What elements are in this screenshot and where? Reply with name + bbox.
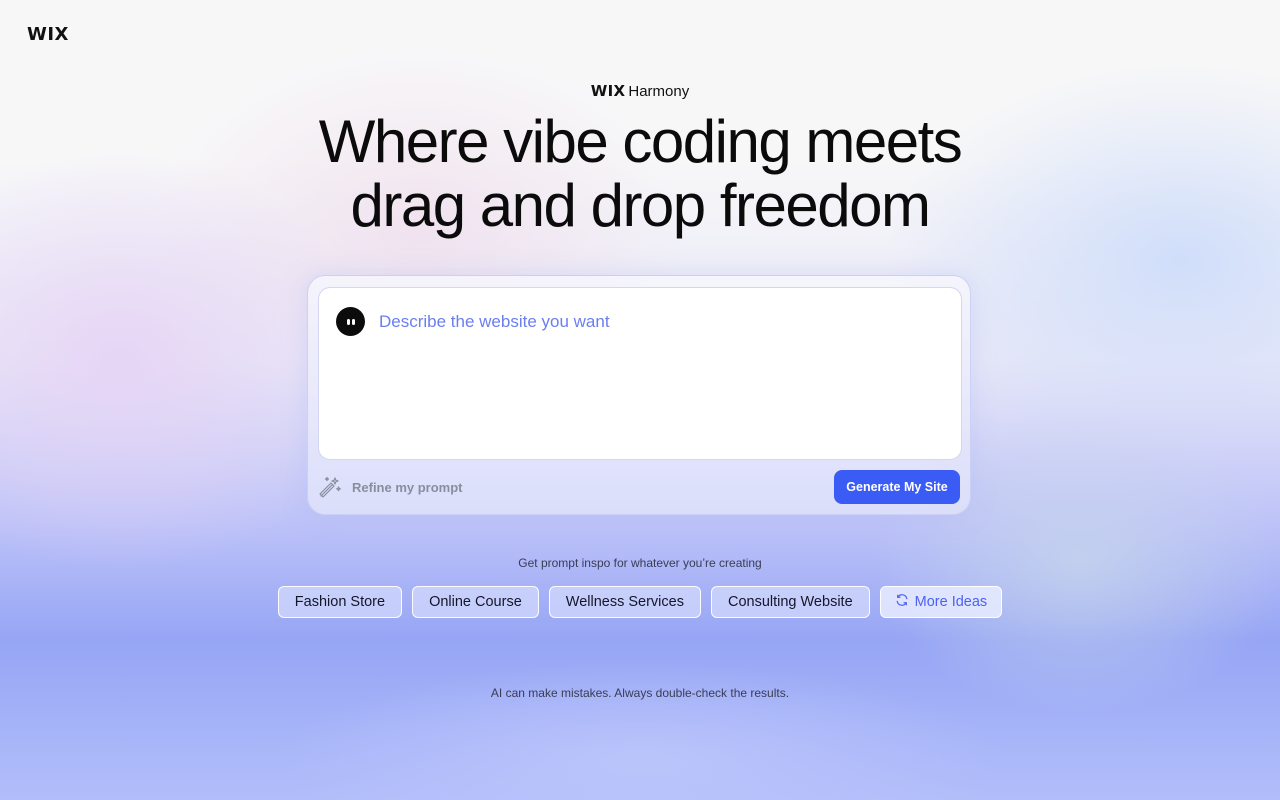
chip-consulting-website[interactable]: Consulting Website bbox=[710, 586, 870, 618]
prompt-card: Refine my prompt Generate My Site bbox=[307, 275, 971, 515]
headline-line-2: drag and drop freedom bbox=[350, 172, 931, 239]
inspo-label: Get prompt inspo for whatever you’re cre… bbox=[518, 556, 762, 570]
brand-product: Harmony bbox=[628, 83, 690, 100]
chip-wellness-services[interactable]: Wellness Services bbox=[548, 586, 701, 618]
more-ideas-button[interactable]: More Ideas bbox=[879, 586, 1003, 618]
product-brand: WIX Harmony bbox=[0, 82, 1280, 100]
refine-prompt-label: Refine my prompt bbox=[352, 479, 463, 495]
magic-wand-icon bbox=[318, 475, 342, 499]
page-headline: Where vibe coding meets drag and drop fr… bbox=[0, 110, 1280, 238]
prompt-input[interactable] bbox=[379, 310, 939, 334]
brand-name: WIX bbox=[590, 82, 626, 100]
prompt-box[interactable] bbox=[318, 287, 962, 460]
refresh-icon bbox=[895, 593, 909, 611]
more-ideas-label: More Ideas bbox=[914, 594, 988, 610]
chip-fashion-store[interactable]: Fashion Store bbox=[277, 586, 403, 618]
assistant-avatar-icon bbox=[336, 307, 365, 336]
inspo-chips: Fashion Store Online Course Wellness Ser… bbox=[0, 586, 1280, 618]
page: WIX WIX Harmony Where vibe coding meets d… bbox=[0, 0, 1280, 800]
headline-line-1: Where vibe coding meets bbox=[318, 108, 963, 175]
generate-site-button[interactable]: Generate My Site bbox=[834, 470, 960, 504]
wix-logo[interactable]: WIX bbox=[27, 24, 69, 45]
ai-disclaimer: AI can make mistakes. Always double-chec… bbox=[490, 686, 790, 700]
avatar-eye-right bbox=[352, 319, 355, 325]
chip-online-course[interactable]: Online Course bbox=[412, 586, 539, 618]
avatar-eye-left bbox=[347, 319, 350, 325]
refine-prompt-button[interactable]: Refine my prompt bbox=[318, 474, 463, 500]
